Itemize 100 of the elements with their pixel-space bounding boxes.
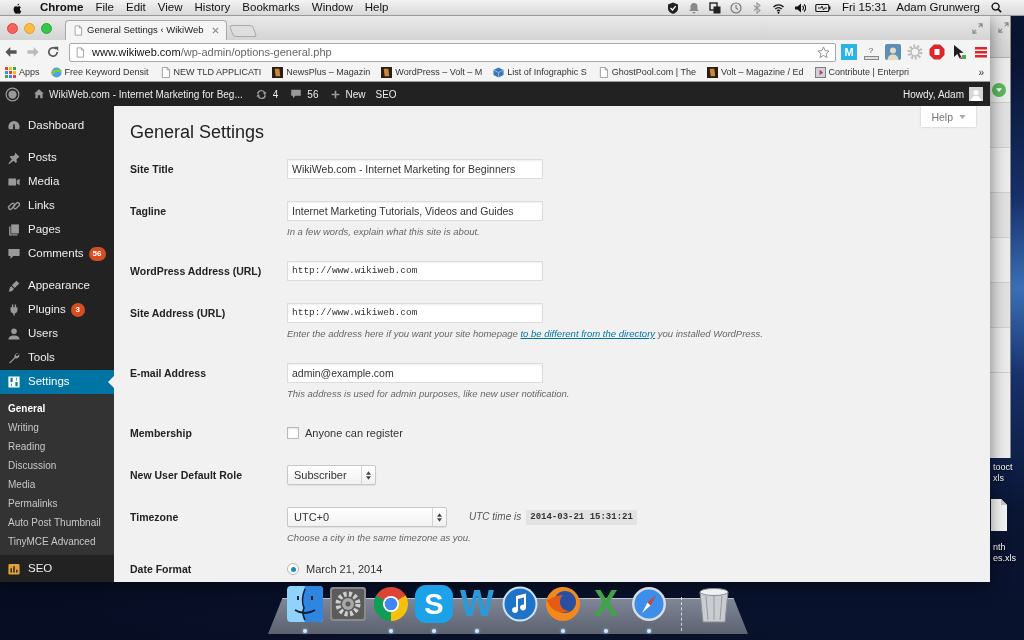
timezone-dropdown[interactable]: UTC+0 — [287, 507, 447, 527]
text-field[interactable]: WikiWeb.com - Internet Marketing for Beginners — [287, 159, 543, 179]
bookmark-link[interactable]: WordPress – Volt – M — [381, 65, 483, 80]
role-dropdown[interactable]: Subscriber — [287, 465, 376, 485]
circle-logo-icon[interactable] — [5, 86, 20, 102]
bookmark-link[interactable]: Volt – Magazine / Ed — [706, 65, 804, 80]
url-field[interactable]: http://www.wikiweb.com — [287, 303, 543, 323]
music-note-icon[interactable] — [501, 585, 539, 623]
updown-arrows-icon — [366, 470, 371, 480]
wifi-icon[interactable] — [771, 1, 785, 14]
seo-link[interactable]: SEO — [375, 86, 397, 102]
menu-item[interactable]: Window — [311, 0, 353, 17]
submenu-item[interactable]: Discussion — [0, 456, 114, 475]
apple-icon[interactable] — [12, 1, 23, 14]
arrow-tile-icon — [814, 67, 826, 78]
bookmark-link[interactable]: GhostPool.com | The — [597, 65, 696, 80]
bookmark-link[interactable]: NEW TLD APPLICATI — [159, 65, 262, 80]
gear-tile-icon[interactable] — [329, 585, 367, 623]
comments-link[interactable]: 56 — [290, 86, 319, 102]
checkbox[interactable] — [287, 427, 299, 439]
browser-tab[interactable]: General Settings ‹ WikiWeb — [65, 20, 227, 40]
updates-link[interactable]: 4 — [254, 86, 279, 102]
file-label[interactable]: tooct xls — [993, 462, 1013, 484]
field-label: New User Default Role — [130, 468, 243, 483]
menu-item[interactable]: History — [194, 0, 231, 17]
overlapping-squares-icon[interactable] — [708, 1, 721, 14]
sidebar-menu-item[interactable]: Links — [0, 194, 114, 218]
file-label[interactable]: nth es.xls — [993, 542, 1016, 564]
menu-clock[interactable]: Fri 15:31 — [841, 0, 888, 17]
url-field[interactable]: http://www.wikiweb.com — [287, 261, 543, 281]
search-icon[interactable] — [991, 2, 1002, 13]
checkbox-label: Anyone can register — [305, 426, 403, 440]
bookmark-link[interactable]: Apps — [5, 65, 40, 80]
speaker-icon[interactable] — [793, 1, 806, 14]
thumbnail-icon — [706, 67, 718, 78]
bell-icon[interactable] — [687, 1, 700, 14]
paintbrush-icon — [7, 279, 21, 293]
menu-item[interactable]: View — [157, 0, 183, 17]
submenu-item[interactable]: TinyMCE Advanced — [0, 532, 114, 551]
sidebar-menu-item[interactable]: Posts — [0, 146, 114, 170]
bookmark-link[interactable]: NewsPlus – Magazin — [272, 65, 371, 80]
submenu-item[interactable]: Reading — [0, 437, 114, 456]
sidebar-menu-item[interactable]: Pages — [0, 218, 114, 242]
submenu-item[interactable]: Writing — [0, 418, 114, 437]
email-field[interactable]: admin@example.com — [287, 363, 543, 383]
pages-icon — [7, 223, 21, 237]
reload-icon[interactable] — [46, 45, 60, 59]
site-name-link[interactable]: WikiWeb.com - Internet Marketing for Beg... — [33, 86, 243, 102]
description-link[interactable]: to be different from the directory — [520, 328, 656, 339]
radio-button[interactable] — [287, 563, 299, 575]
battery-icon[interactable] — [814, 1, 831, 14]
sidebar-menu-item[interactable]: Plugins 3 — [0, 298, 114, 322]
menu-item[interactable]: Edit — [126, 0, 146, 17]
bookmark-link[interactable]: Free Keyword Densit — [50, 65, 149, 80]
bookmark-star-icon[interactable] — [817, 45, 830, 59]
person-icon — [7, 327, 21, 341]
sidebar-menu-item[interactable]: SEO — [0, 557, 114, 581]
sidebar-menu-item[interactable]: Tools — [0, 346, 114, 370]
segmented-ball-icon[interactable] — [372, 585, 410, 623]
sidebar-menu-item[interactable]: Settings — [0, 370, 114, 394]
fox-globe-icon[interactable] — [544, 585, 582, 623]
submenu-item[interactable]: General — [0, 399, 114, 418]
compass-icon[interactable] — [630, 585, 668, 623]
menu-icon[interactable] — [973, 44, 989, 60]
smiling-face-tile-icon[interactable] — [286, 585, 324, 623]
field-description: Enter the address here if you want your site homepage to be different from the directory you installed WordPress. — [287, 327, 763, 341]
submenu-item[interactable]: Auto Post Thumbnail — [0, 513, 114, 532]
document-icon[interactable] — [991, 499, 1007, 531]
cursor-icon[interactable] — [951, 44, 967, 60]
app-menu[interactable]: Chrome — [40, 0, 84, 17]
menu-item[interactable]: Bookmarks — [242, 0, 300, 17]
sidebar-menu-item[interactable]: Dashboard — [0, 114, 114, 138]
sidebar-menu-item[interactable]: Users — [0, 322, 114, 346]
more-bookmarks-button[interactable]: » — [978, 65, 984, 80]
clock-icon[interactable] — [729, 1, 742, 14]
help-tab[interactable]: Help — [921, 106, 976, 127]
sidebar-menu-item[interactable]: Media — [0, 170, 114, 194]
close-tab-icon[interactable] — [212, 27, 219, 34]
sidebar-menu-item[interactable]: Comments 56 — [0, 242, 114, 266]
account-menu[interactable]: Howdy, Adam — [903, 86, 983, 102]
menu-item[interactable]: Help — [364, 0, 389, 17]
close-window-button[interactable] — [7, 22, 18, 34]
submenu-item[interactable]: Permalinks — [0, 494, 114, 513]
field-label: Membership — [130, 426, 192, 441]
sidebar-menu-item[interactable]: Appearance — [0, 274, 114, 298]
utc-time-note: UTC time is — [469, 510, 522, 524]
new-content-link[interactable]: New — [330, 86, 366, 102]
fullscreen-icon[interactable] — [998, 22, 1009, 33]
back-icon[interactable] — [4, 45, 18, 59]
stop-sign-icon[interactable] — [929, 44, 945, 60]
submenu-item[interactable]: Media — [0, 475, 114, 494]
address-field[interactable]: www.wikiweb.com/wp-admin/options-general.php — [69, 42, 836, 62]
extension-button[interactable]: ? — [863, 44, 879, 60]
menu-item[interactable]: File — [95, 0, 114, 17]
bookmark-link[interactable]: Contribute | Enterpri — [814, 65, 909, 80]
fullscreen-icon[interactable] — [972, 22, 983, 34]
bookmark-link[interactable]: List of Infographic S — [493, 65, 587, 80]
user-menu[interactable]: Adam Grunwerg — [896, 0, 980, 17]
text-field[interactable]: Internet Marketing Tutorials, Videos and Guides — [287, 201, 543, 221]
shield-check-icon[interactable] — [666, 1, 679, 14]
